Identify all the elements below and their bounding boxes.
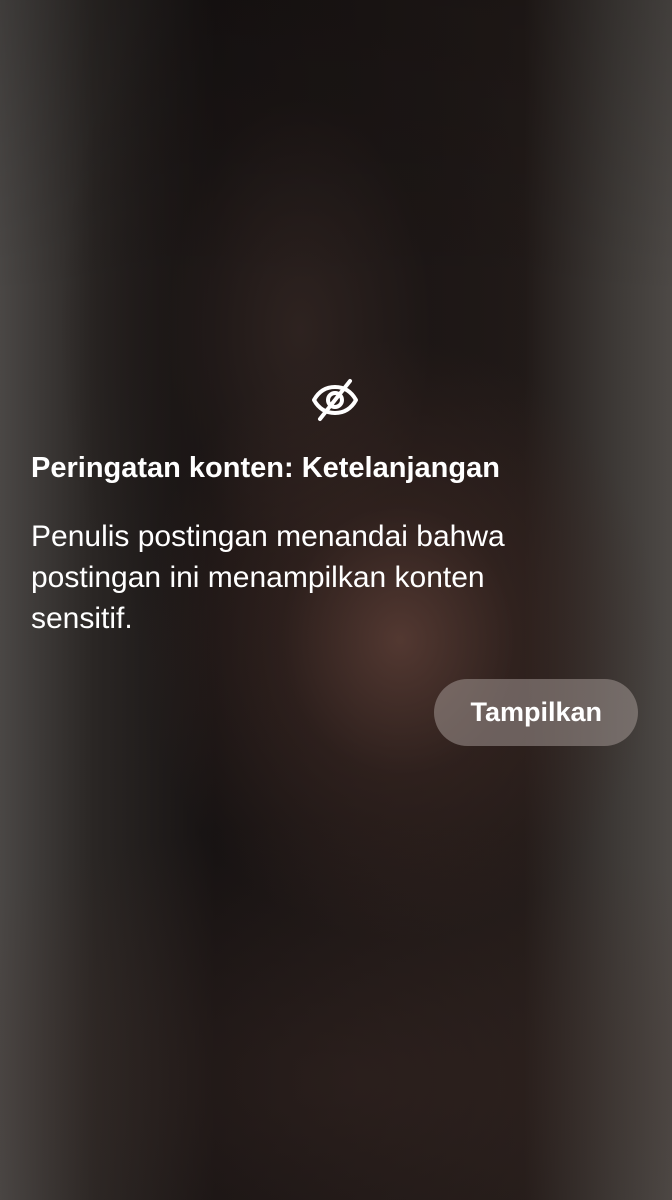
warning-description: Penulis postingan menandai bahwa posting… [31, 520, 505, 635]
sensitive-media-overlay: Peringatan konten: Ketelanjangan Penulis… [0, 0, 672, 1200]
show-button[interactable]: Tampilkan [434, 679, 638, 746]
eye-slash-icon [307, 372, 363, 428]
button-row: Tampilkan [434, 679, 638, 746]
warning-title: Peringatan konten: Ketelanjangan [31, 452, 500, 484]
content-warning: Peringatan konten: Ketelanjangan Penulis… [31, 372, 638, 639]
